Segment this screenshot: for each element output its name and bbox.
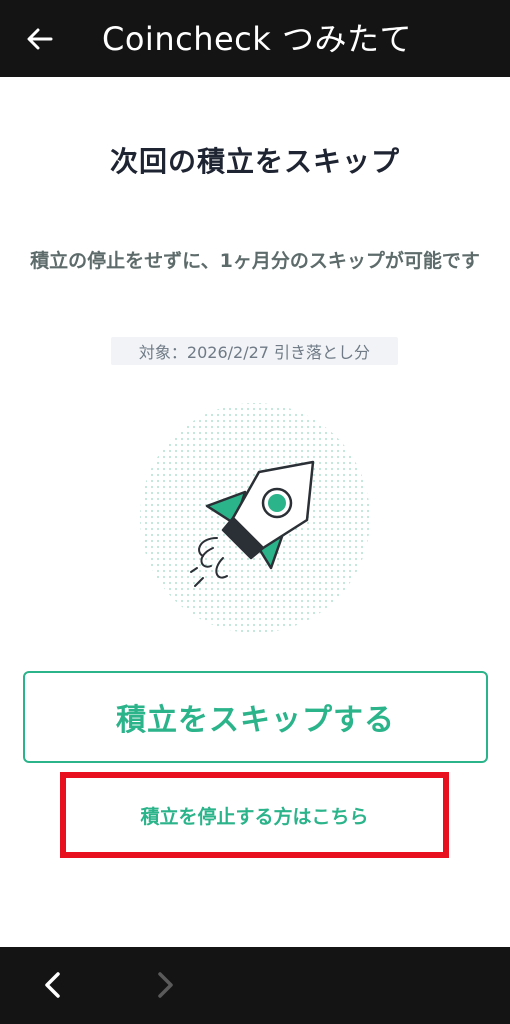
nav-forward-button[interactable]	[146, 961, 186, 1009]
skip-description: 積立の停止をせずに、1ヶ月分のスキップが可能です	[30, 250, 480, 272]
bottom-nav-bar	[0, 947, 510, 1024]
nav-back-button[interactable]	[32, 961, 72, 1009]
back-button[interactable]	[18, 17, 62, 61]
arrow-left-icon	[27, 28, 53, 50]
stop-link[interactable]: 積立を停止する方はこちら	[60, 772, 449, 858]
app-bar: Coincheck つみたて	[0, 0, 510, 77]
content-area: 次回の積立をスキップ 積立の停止をせずに、1ヶ月分のスキップが可能です 対象：2…	[0, 77, 510, 947]
page-heading: 次回の積立をスキップ	[109, 145, 400, 178]
chevron-left-icon	[45, 972, 60, 998]
rocket-illustration	[137, 400, 373, 636]
target-date-badge: 対象：2026/2/27 引き落とし分	[111, 337, 398, 365]
chevron-right-icon	[158, 972, 173, 998]
app-title: Coincheck つみたて	[102, 20, 412, 58]
skip-button[interactable]: 積立をスキップする	[23, 671, 488, 763]
rocket-icon	[140, 403, 370, 633]
